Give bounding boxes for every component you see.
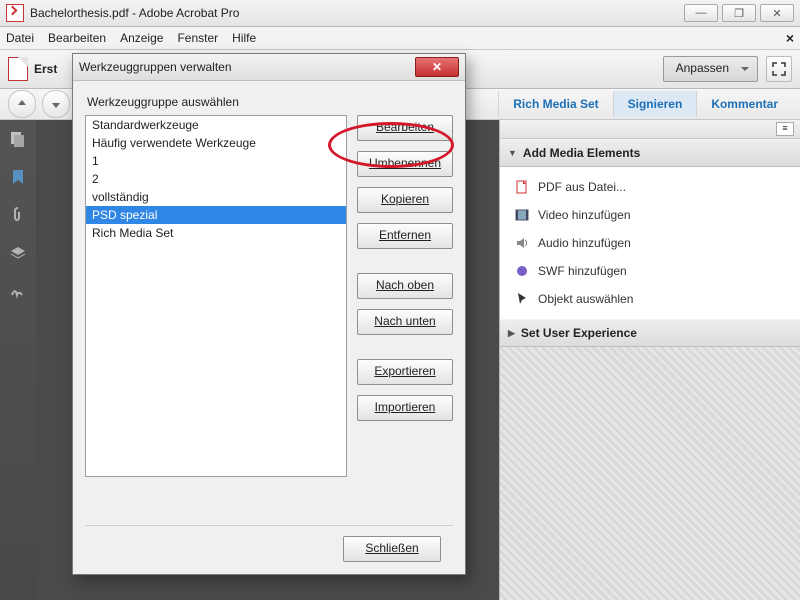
list-item[interactable]: 1 [86,152,346,170]
media-item-label: Objekt auswählen [538,292,633,306]
list-item[interactable]: 2 [86,170,346,188]
section-add-media[interactable]: ▼ Add Media Elements [500,139,800,167]
dialog-titlebar: Werkzeuggruppen verwalten ✕ [73,54,465,81]
nav-up-button[interactable] [8,90,36,118]
media-item-label: SWF hinzufügen [538,264,627,278]
menu-item-hilfe[interactable]: Hilfe [232,31,256,45]
window-maximize-button[interactable]: ❐ [722,4,756,22]
section-user-experience-label: Set User Experience [521,326,637,340]
pages-icon[interactable] [9,130,27,148]
remove-button[interactable]: Entfernen [357,223,453,249]
disclosure-down-icon: ▼ [508,148,517,158]
move-up-button[interactable]: Nach oben [357,273,453,299]
pdf-icon [514,179,530,195]
rename-button[interactable]: Umbenennen [357,151,453,177]
manage-toolgroups-dialog: Werkzeuggruppen verwalten ✕ Werkzeuggrup… [72,53,466,575]
media-item-label: Video hinzufügen [538,208,631,222]
media-item-select[interactable]: Objekt auswählen [504,285,796,313]
left-sidebar [0,120,36,600]
dialog-close-button[interactable]: ✕ [415,57,459,77]
app-icon [6,4,24,22]
media-item-label: PDF aus Datei... [538,180,626,194]
cursor-icon [514,291,530,307]
fullscreen-button[interactable] [766,56,792,82]
import-button[interactable]: Importieren [357,395,453,421]
create-label: Erst [34,62,57,76]
list-item-selected[interactable]: PSD spezial [86,206,346,224]
menu-bar: Datei Bearbeiten Anzeige Fenster Hilfe × [0,27,800,50]
toolgroup-listbox[interactable]: Standardwerkzeuge Häufig verwendete Werk… [85,115,347,477]
attachment-icon[interactable] [9,206,27,224]
customize-dropdown[interactable]: Anpassen [663,56,758,82]
menu-item-fenster[interactable]: Fenster [177,31,218,45]
window-title: Bachelorthesis.pdf - Adobe Acrobat Pro [30,6,684,20]
panel-empty-area [500,347,800,600]
doc-close-button[interactable]: × [786,30,794,46]
window-minimize-button[interactable]: — [684,4,718,22]
menu-item-bearbeiten[interactable]: Bearbeiten [48,31,106,45]
arrow-up-icon [16,98,28,110]
menu-item-datei[interactable]: Datei [6,31,34,45]
create-doc-icon [8,57,28,81]
list-item[interactable]: Häufig verwendete Werkzeuge [86,134,346,152]
edit-button[interactable]: Bearbeiten [357,115,453,141]
media-item-audio[interactable]: Audio hinzufügen [504,229,796,257]
dialog-select-label: Werkzeuggruppe auswählen [87,95,453,109]
section-user-experience[interactable]: ▶ Set User Experience [500,319,800,347]
tab-rich-media-set[interactable]: Rich Media Set [498,91,612,117]
export-button[interactable]: Exportieren [357,359,453,385]
disclosure-right-icon: ▶ [508,328,515,339]
tab-signieren[interactable]: Signieren [613,91,697,117]
panel-menu-button[interactable]: ≡ [776,122,794,136]
copy-button[interactable]: Kopieren [357,187,453,213]
window-titlebar: Bachelorthesis.pdf - Adobe Acrobat Pro —… [0,0,800,27]
video-icon [514,207,530,223]
section-add-media-label: Add Media Elements [523,146,640,160]
menu-item-anzeige[interactable]: Anzeige [120,31,163,45]
media-item-pdf[interactable]: PDF aus Datei... [504,173,796,201]
media-item-video[interactable]: Video hinzufügen [504,201,796,229]
dialog-title: Werkzeuggruppen verwalten [79,60,415,74]
move-down-button[interactable]: Nach unten [357,309,453,335]
fullscreen-icon [772,62,786,76]
list-item[interactable]: Standardwerkzeuge [86,116,346,134]
audio-icon [514,235,530,251]
list-item[interactable]: Rich Media Set [86,224,346,242]
create-button[interactable]: Erst [8,57,57,81]
swf-icon [514,263,530,279]
media-item-label: Audio hinzufügen [538,236,631,250]
arrow-down-icon [50,98,62,110]
nav-down-button[interactable] [42,90,70,118]
close-button[interactable]: Schließen [343,536,441,562]
tab-kommentar[interactable]: Kommentar [696,91,792,117]
media-item-swf[interactable]: SWF hinzufügen [504,257,796,285]
list-item[interactable]: vollständig [86,188,346,206]
signatures-icon[interactable] [9,282,27,300]
tools-panel: ≡ ▼ Add Media Elements PDF aus Datei... … [499,120,800,600]
window-close-button[interactable]: ✕ [760,4,794,22]
bookmark-icon[interactable] [9,168,27,186]
layers-icon[interactable] [9,244,27,262]
